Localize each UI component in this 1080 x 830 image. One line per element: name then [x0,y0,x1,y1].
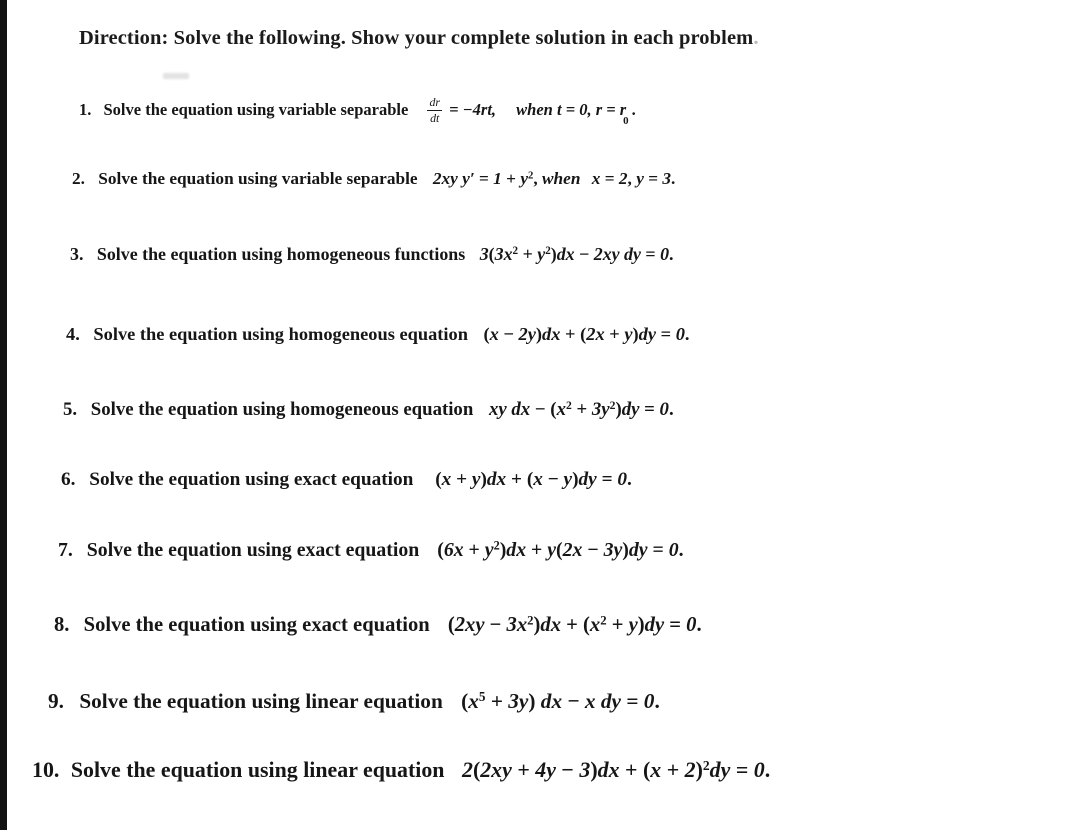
problem-stem: Solve the equation using variable separa… [98,169,418,188]
equation-period: . [631,99,636,119]
equation-body: = −4rt, [449,99,497,119]
problem-equation: dr dt = −4rt, when t = 0, r = r0. [424,96,636,127]
problem-item-6: 6. Solve the equation using exact equati… [61,469,632,491]
problem-item-9: 9. Solve the equation using linear equat… [48,689,660,714]
page-title: Direction: Solve the following. Show you… [79,27,759,50]
problem-stem: Solve the equation using homogeneous fun… [96,244,466,264]
problem-stem: Solve the equation using exact equation [86,539,420,561]
problem-stem: Solve the equation using homogeneous equ… [93,324,468,344]
scan-smudge-artifact [163,73,189,79]
page-title-period: . [753,27,759,49]
problem-item-4: 4. Solve the equation using homogeneous … [66,324,690,345]
fraction-denominator: dt [430,111,440,126]
problem-item-2: 2. Solve the equation using variable sep… [72,169,675,189]
problem-number: 7. [58,539,73,561]
problem-stem: Solve the equation using linear equation [70,757,445,782]
equation-condition: when t = 0, r = r [516,99,627,119]
problem-equation: (x + y)dx + (x − y)dy = 0. [435,469,632,490]
problem-item-7: 7. Solve the equation using exact equati… [58,539,684,562]
problem-number: 8. [54,614,70,636]
problem-equation: (2xy − 3x2)dx + (x2 + y)dy = 0. [447,613,702,636]
problem-equation: (x − 2y)dx + (2x + y)dy = 0. [483,324,690,344]
problem-number: 2. [72,169,85,188]
problem-item-5: 5. Solve the equation using homogeneous … [63,399,674,421]
problem-item-3: 3. Solve the equation using homogeneous … [70,244,674,265]
problem-number: 10. [32,757,60,782]
problem-equation: (x5 + 3y) dx − x dy = 0. [461,689,660,713]
problem-stem: Solve the equation using exact equation [83,614,430,636]
problem-number: 6. [61,469,76,490]
problem-stem: Solve the equation using variable separa… [103,99,409,119]
problem-number: 1. [79,99,92,119]
problem-number: 3. [70,244,84,264]
problem-stem: Solve the equation using exact equation [89,469,414,490]
problem-equation: (6x + y2)dx + y(2x − 3y)dy = 0. [437,538,684,561]
problem-equation: 3(3x2 + y2)dx − 2xy dy = 0. [479,244,674,264]
page-title-text: Direction: Solve the following. Show you… [79,27,754,49]
problem-number: 5. [63,399,78,420]
problem-stem: Solve the equation using linear equation [79,689,443,713]
problem-item-10: 10. Solve the equation using linear equa… [32,757,770,783]
problem-stem: Solve the equation using homogeneous equ… [90,399,474,420]
scan-edge-band [0,0,7,830]
derivative-fraction: dr dt [427,95,443,126]
problem-item-1: 1. Solve the equation using variable sep… [79,95,636,127]
problem-item-8: 8. Solve the equation using exact equati… [54,614,702,637]
problem-equation: 2(2xy + 4y − 3)dx + (x + 2)2dy = 0. [461,757,771,782]
problem-equation: xy dx − (x2 + 3y2)dy = 0. [488,398,674,420]
worksheet-page: Direction: Solve the following. Show you… [0,0,1080,830]
problem-number: 4. [66,324,80,344]
problem-equation: 2xy y′ = 1 + y2, when x = 2, y = 3. [432,169,676,188]
problem-number: 9. [48,689,64,713]
fraction-numerator: dr [429,95,441,110]
subscript-zero: 0 [623,114,629,127]
